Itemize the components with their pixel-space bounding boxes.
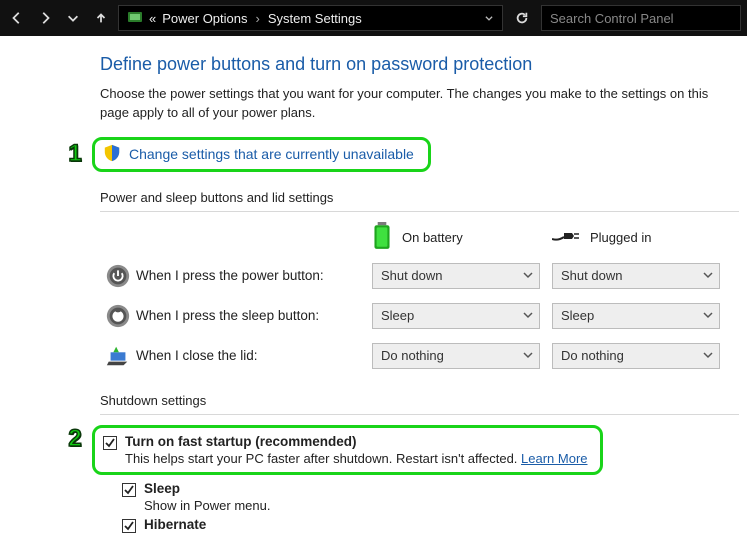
chevron-down-icon — [523, 268, 533, 283]
chevron-down-icon — [703, 308, 713, 323]
lid-label: When I close the lid: — [136, 348, 372, 363]
chevron-down-icon — [703, 348, 713, 363]
power-button-battery-dropdown[interactable]: Shut down — [372, 263, 540, 289]
annotation-1: 1 — [62, 140, 88, 168]
recent-locations-button[interactable] — [62, 7, 84, 29]
sleep-button-row: When I press the sleep button: Sleep Sle… — [100, 303, 739, 329]
chevron-down-icon — [703, 268, 713, 283]
breadcrumb-pre: « — [149, 11, 156, 26]
divider — [100, 414, 739, 415]
page-title: Define power buttons and turn on passwor… — [100, 54, 739, 75]
annotation-2: 2 — [62, 425, 88, 453]
chevron-down-icon — [523, 308, 533, 323]
chevron-right-icon: › — [256, 11, 260, 26]
power-buttons-section-header: Power and sleep buttons and lid settings — [100, 190, 739, 205]
on-battery-label: On battery — [402, 230, 463, 245]
search-input[interactable]: Search Control Panel — [541, 5, 741, 31]
content-area: Define power buttons and turn on passwor… — [0, 36, 747, 549]
sleep-option-description: Show in Power menu. — [144, 498, 739, 513]
address-dropdown-icon[interactable] — [484, 11, 494, 26]
lid-row: When I close the lid: Do nothing Do noth… — [100, 343, 739, 369]
sleep-button-battery-dropdown[interactable]: Sleep — [372, 303, 540, 329]
control-panel-icon — [127, 9, 143, 28]
sleep-button-label: When I press the sleep button: — [136, 308, 372, 323]
sleep-option-label: Sleep — [144, 481, 180, 496]
sleep-button-icon — [100, 303, 136, 329]
back-button[interactable] — [6, 7, 28, 29]
address-bar[interactable]: « Power Options › System Settings — [118, 5, 503, 31]
search-placeholder: Search Control Panel — [550, 11, 674, 26]
fast-startup-highlight: Turn on fast startup (recommended) This … — [92, 425, 603, 475]
page-subtitle: Choose the power settings that you want … — [100, 85, 720, 123]
power-button-label: When I press the power button: — [136, 268, 372, 283]
forward-button[interactable] — [34, 7, 56, 29]
sleep-checkbox[interactable] — [122, 483, 136, 497]
power-button-plugged-dropdown[interactable]: Shut down — [552, 263, 720, 289]
power-button-icon — [100, 263, 136, 289]
uac-shield-icon — [103, 144, 121, 165]
chevron-down-icon — [523, 348, 533, 363]
hibernate-checkbox[interactable] — [122, 519, 136, 533]
divider — [100, 211, 739, 212]
window-titlebar: « Power Options › System Settings Search… — [0, 0, 747, 36]
shutdown-section-header: Shutdown settings — [100, 393, 739, 408]
fast-startup-label: Turn on fast startup (recommended) — [125, 434, 357, 449]
lid-battery-dropdown[interactable]: Do nothing — [372, 343, 540, 369]
breadcrumb-item-1[interactable]: Power Options — [162, 11, 247, 26]
unlock-link-highlight: Change settings that are currently unava… — [92, 137, 431, 172]
lid-icon — [100, 343, 136, 369]
power-button-row: When I press the power button: Shut down… — [100, 263, 739, 289]
fast-startup-description: This helps start your PC faster after sh… — [125, 451, 521, 466]
plug-icon — [552, 228, 580, 247]
plugged-in-label: Plugged in — [590, 230, 651, 245]
column-headers: On battery Plugged in — [100, 222, 739, 253]
fast-startup-checkbox[interactable] — [103, 436, 117, 450]
hibernate-option-label: Hibernate — [144, 517, 206, 532]
learn-more-link[interactable]: Learn More — [521, 451, 587, 466]
lid-plugged-dropdown[interactable]: Do nothing — [552, 343, 720, 369]
refresh-button[interactable] — [509, 11, 535, 25]
sleep-button-plugged-dropdown[interactable]: Sleep — [552, 303, 720, 329]
unlock-settings-link[interactable]: Change settings that are currently unava… — [129, 146, 414, 162]
breadcrumb-item-2[interactable]: System Settings — [268, 11, 362, 26]
battery-icon — [372, 222, 392, 253]
up-button[interactable] — [90, 7, 112, 29]
